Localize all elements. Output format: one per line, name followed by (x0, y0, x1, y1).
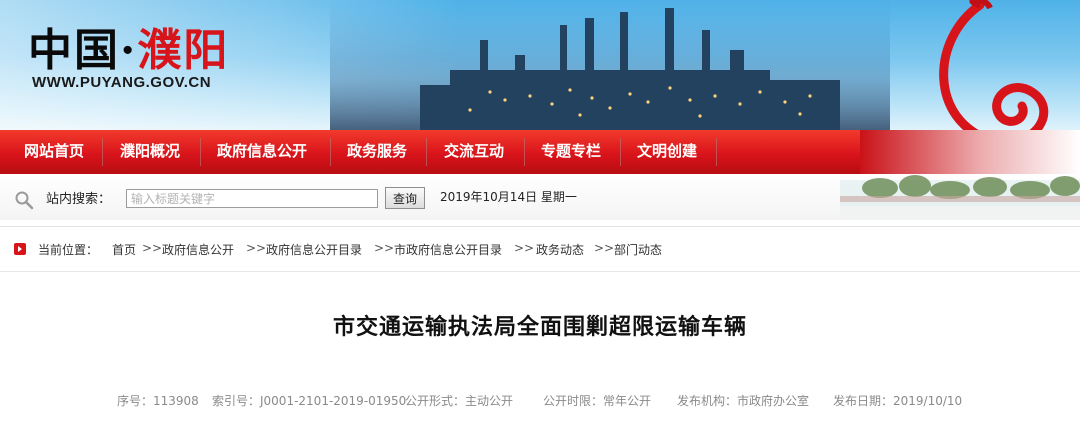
current-date: 2019年10月14日 星期一 (440, 190, 577, 204)
breadcrumb-separator: >> (514, 241, 535, 255)
nav-item-services[interactable]: 政务服务 (347, 130, 407, 174)
meta-date: 发布日期：2019/10/10 (833, 394, 963, 408)
nav-item-overview[interactable]: 濮阳概况 (120, 130, 180, 174)
nav-divider (200, 138, 201, 166)
article-title: 市交通运输执法局全面围剿超限运输车辆 (332, 315, 747, 340)
nav-divider (426, 138, 427, 166)
banner-landscape-image (840, 175, 1080, 220)
logo-dot: · (120, 25, 138, 76)
nav-divider (524, 138, 525, 166)
meta-publisher: 发布机构：市政府办公室 (677, 394, 810, 408)
nav-item-home[interactable]: 网站首页 (24, 130, 84, 174)
site-url: WWW.PUYANG.GOV.CN (32, 74, 212, 91)
banner-sculpture-image (939, 0, 1049, 130)
search-label: 站内搜索： (46, 192, 112, 207)
nav-item-topics[interactable]: 专题专栏 (541, 130, 601, 174)
nav-divider (620, 138, 621, 166)
breadcrumb-separator: >> (142, 241, 163, 255)
breadcrumb-gov-info-catalog[interactable]: 政府信息公开目录 (266, 241, 362, 258)
search-input[interactable] (126, 189, 378, 208)
breadcrumb-dept-news[interactable]: 部门动态 (614, 241, 662, 258)
logo-text-b: 濮阳 (137, 25, 230, 76)
meta-serial: 序号：113908 (117, 394, 199, 408)
search-button[interactable]: 查询 (385, 187, 425, 209)
breadcrumb-separator: >> (594, 241, 615, 255)
breadcrumb-arrow-icon (14, 243, 26, 255)
breadcrumb-gov-news[interactable]: 政务动态 (536, 241, 584, 258)
header-banner: 中国·濮阳 WWW.PUYANG.GOV.CN (0, 0, 1080, 130)
nav-item-gov-info[interactable]: 政府信息公开 (217, 130, 307, 174)
nav-item-civilization[interactable]: 文明创建 (637, 130, 697, 174)
banner-plant-image (330, 0, 890, 130)
nav-divider (102, 138, 103, 166)
nav-item-interaction[interactable]: 交流互动 (444, 130, 504, 174)
breadcrumb-home[interactable]: 首页 (112, 241, 136, 258)
site-logo[interactable]: 中国·濮阳 (28, 14, 229, 78)
meta-form: 公开形式：主动公开 (405, 394, 514, 408)
breadcrumb-separator: >> (374, 241, 395, 255)
breadcrumb-city-catalog[interactable]: 市政府信息公开目录 (394, 241, 502, 258)
breadcrumb-prefix: 当前位置： (38, 243, 99, 257)
breadcrumb-gov-info[interactable]: 政府信息公开 (162, 241, 234, 258)
meta-index: 索引号：J0001-2101-2019-01950 (212, 394, 407, 408)
nav-divider (330, 138, 331, 166)
meta-period: 公开时限：常年公开 (543, 394, 652, 408)
logo-text-a: 中国 (28, 25, 120, 76)
breadcrumb-separator: >> (246, 241, 267, 255)
nav-divider (716, 138, 717, 166)
search-icon (15, 191, 34, 210)
